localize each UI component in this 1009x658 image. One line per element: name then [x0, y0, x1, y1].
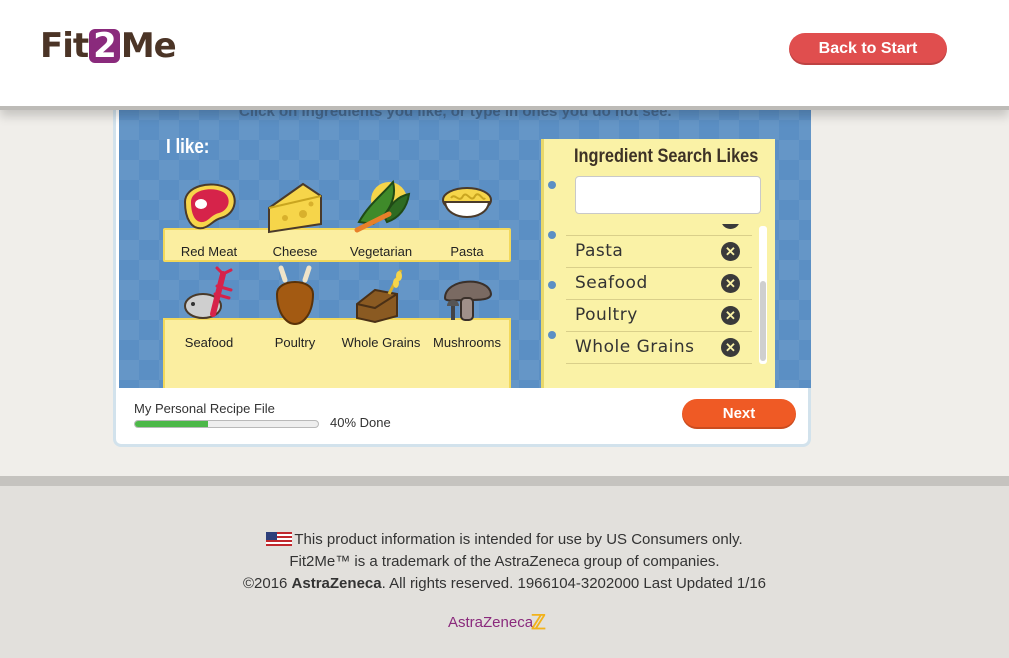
notepad-hole — [548, 281, 556, 289]
footer-line-consumers: This product information is intended for… — [0, 529, 1009, 551]
food-mushrooms[interactable]: Mushrooms — [424, 264, 510, 354]
logo-text-2: 2 — [89, 29, 120, 63]
bread-wheat-icon — [356, 269, 403, 324]
site-header: Fit 2 Me Back to Start — [0, 0, 1009, 110]
progress-text: 40% Done — [330, 415, 391, 430]
remove-icon[interactable]: ✕ — [721, 274, 740, 293]
astrazeneca-wordmark: AstraZeneca — [448, 614, 534, 631]
pasta-icon — [442, 187, 492, 218]
notepad-hole — [548, 331, 556, 339]
scrollbar-thumb[interactable] — [760, 281, 766, 361]
list-item: Seafood ✕ — [566, 268, 752, 300]
red-meat-icon — [183, 183, 236, 230]
food-label: Seafood — [184, 335, 234, 350]
remove-icon[interactable]: ✕ — [721, 338, 740, 357]
turkey-icon — [275, 265, 315, 326]
list-item-label: Seafood — [575, 273, 648, 293]
ingredient-search-input[interactable] — [575, 176, 761, 214]
notepad-title: Ingredient Search Likes — [574, 146, 759, 167]
notepad-hole — [548, 181, 556, 189]
food-pasta[interactable]: Pasta — [424, 174, 510, 264]
recipe-builder-card: Click on ingredients you like, or type i… — [113, 100, 811, 447]
food-seafood[interactable]: Seafood — [166, 264, 252, 354]
food-poultry[interactable]: Poultry — [252, 264, 338, 354]
ingredient-stage: Click on ingredients you like, or type i… — [119, 100, 811, 388]
list-scrollbar[interactable] — [759, 226, 767, 364]
lobster-fish-icon — [184, 266, 233, 319]
next-button[interactable]: Next — [682, 399, 796, 429]
list-item: Poultry ✕ — [566, 300, 752, 332]
liked-ingredients-list[interactable]: ✕ Pasta ✕ Seafood ✕ Poultry ✕ Whole Grai… — [566, 224, 771, 364]
i-like-heading: I like: — [166, 136, 210, 158]
ingredient-likes-notepad: Ingredient Search Likes ✕ Pasta ✕ Seafoo… — [541, 139, 775, 388]
list-item: Whole Grains ✕ — [566, 332, 752, 364]
remove-icon[interactable]: ✕ — [721, 242, 740, 261]
progress-fill — [135, 421, 209, 427]
footer-line-trademark: Fit2Me™ is a trademark of the AstraZenec… — [289, 553, 720, 570]
list-item-label: Whole Grains — [575, 337, 695, 357]
food-label: Poultry — [274, 335, 316, 350]
logo-text-me: Me — [120, 26, 177, 66]
food-cheese[interactable]: Cheese — [252, 174, 338, 264]
cheese-icon — [268, 182, 322, 234]
food-label: Mushrooms — [433, 335, 501, 350]
progress-label: My Personal Recipe File — [134, 401, 275, 416]
astrazeneca-logo[interactable]: AstraZenecaℤ — [448, 610, 546, 635]
footer-line-copyright: ©2016 AstraZeneca. All rights reserved. … — [242, 575, 767, 592]
food-label: Pasta — [450, 244, 484, 259]
footer-text: This product information is intended for… — [0, 529, 1009, 595]
food-label: Vegetarian — [349, 244, 413, 259]
food-label: Red Meat — [180, 244, 238, 259]
notepad-hole — [548, 231, 556, 239]
list-item: Pasta ✕ — [566, 236, 752, 268]
food-red-meat[interactable]: Red Meat — [166, 174, 252, 264]
remove-icon[interactable]: ✕ — [721, 306, 740, 325]
footer-line1-text: This product information is intended for… — [294, 531, 743, 548]
remove-icon[interactable]: ✕ — [721, 224, 740, 229]
food-vegetarian[interactable]: Vegetarian — [338, 174, 424, 264]
progress-bar — [134, 420, 319, 428]
back-to-start-button[interactable]: Back to Start — [789, 33, 947, 65]
mushroom-icon — [443, 280, 493, 321]
vegetables-icon — [354, 179, 411, 233]
list-item-label: Pasta — [575, 241, 624, 261]
food-whole-grains[interactable]: Whole Grains — [338, 264, 424, 354]
food-label: Whole Grains — [341, 335, 421, 350]
astrazeneca-symbol-icon: ℤ — [531, 612, 546, 634]
list-item-label: Poultry — [575, 305, 638, 325]
fit2me-logo[interactable]: Fit 2 Me — [40, 26, 177, 66]
logo-text-fit: Fit — [40, 26, 89, 66]
site-footer: This product information is intended for… — [0, 476, 1009, 658]
food-label: Cheese — [272, 244, 318, 259]
us-flag-icon — [266, 532, 293, 546]
list-item: ✕ — [566, 224, 752, 236]
